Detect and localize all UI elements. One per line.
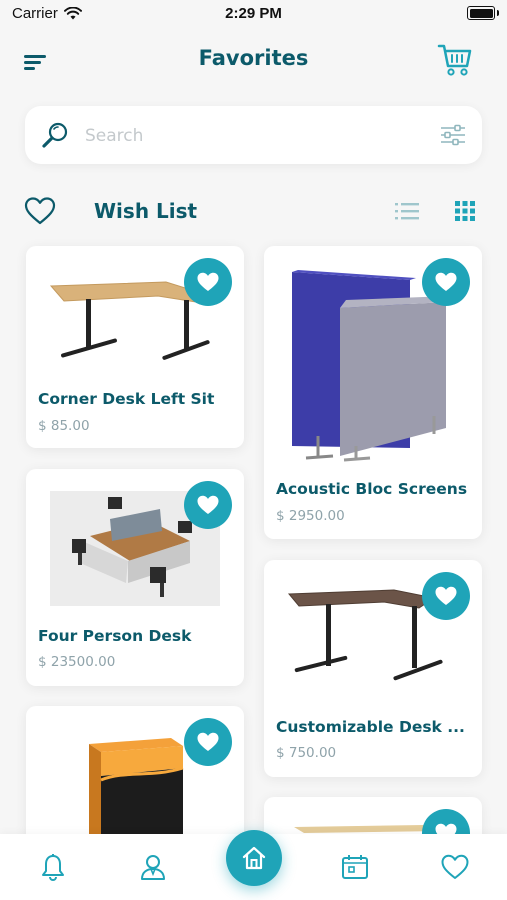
- favorite-button[interactable]: [184, 481, 232, 529]
- nav-home[interactable]: [226, 830, 282, 886]
- heart-icon: [197, 732, 219, 751]
- heart-icon: [435, 586, 457, 605]
- product-price: $ 2950.00: [276, 508, 345, 524]
- product-name: Acoustic Bloc Screens: [276, 480, 468, 498]
- favorite-button[interactable]: [422, 572, 470, 620]
- product-card[interactable]: [26, 706, 244, 835]
- favorite-button[interactable]: [422, 809, 470, 835]
- nav-profile[interactable]: [138, 852, 168, 882]
- product-grid: Corner Desk Left Sit $ 85.00 Acoustic Bl…: [0, 0, 507, 835]
- heart-icon: [435, 272, 457, 291]
- product-card[interactable]: Customizable Desk ... $ 750.00: [264, 560, 482, 777]
- product-image-software-box: [89, 738, 184, 835]
- product-price: $ 23500.00: [38, 654, 116, 670]
- nav-favorites[interactable]: [440, 852, 470, 882]
- home-icon: [242, 846, 266, 870]
- heart-outline-icon: [441, 854, 469, 879]
- calendar-icon: [342, 855, 368, 879]
- product-name: Corner Desk Left Sit: [38, 390, 215, 408]
- product-card[interactable]: Four Person Desk $ 23500.00: [26, 469, 244, 686]
- favorite-button[interactable]: [422, 258, 470, 306]
- product-price: $ 85.00: [38, 418, 90, 434]
- favorite-button[interactable]: [184, 718, 232, 766]
- bottom-navigation: [0, 830, 507, 900]
- product-name: Customizable Desk ...: [276, 718, 465, 736]
- product-card[interactable]: Corner Desk Left Sit $ 85.00: [26, 246, 244, 448]
- heart-icon: [197, 272, 219, 291]
- product-name: Four Person Desk: [38, 627, 192, 645]
- bell-icon: [42, 854, 64, 881]
- favorite-button[interactable]: [184, 258, 232, 306]
- product-price: $ 750.00: [276, 745, 337, 761]
- product-card[interactable]: [264, 797, 482, 835]
- nav-calendar[interactable]: [340, 852, 370, 882]
- product-card[interactable]: Acoustic Bloc Screens $ 2950.00: [264, 246, 482, 539]
- user-icon: [141, 855, 165, 880]
- nav-notifications[interactable]: [38, 852, 68, 882]
- heart-icon: [197, 495, 219, 514]
